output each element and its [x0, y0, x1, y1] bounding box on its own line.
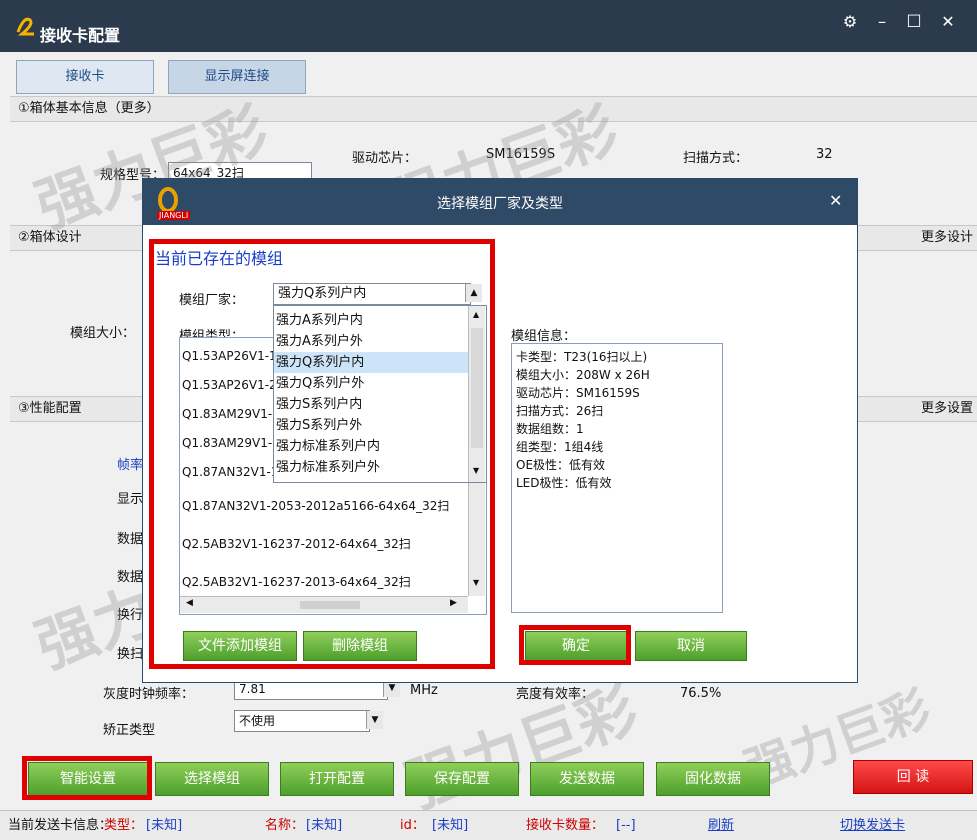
gear-icon[interactable]: ⚙: [838, 12, 862, 31]
send-data-button[interactable]: 发送数据: [530, 762, 644, 796]
refresh-link[interactable]: 刷新: [708, 811, 734, 840]
display-label: 显示: [117, 492, 144, 507]
select-module-button[interactable]: 选择模组: [155, 762, 269, 796]
solidify-data-button[interactable]: 固化数据: [656, 762, 770, 796]
id-value: [未知]: [432, 818, 469, 833]
chevron-down-icon[interactable]: ▼: [366, 711, 383, 729]
info-line: 扫描方式：26扫: [516, 404, 604, 418]
switch-sender-link[interactable]: 切换发送卡: [840, 811, 905, 840]
data-label-1: 数据: [117, 532, 144, 547]
module-info-label: 模组信息：: [511, 329, 577, 344]
cancel-button[interactable]: 取消: [635, 631, 747, 661]
module-size-label: 模组大小：: [70, 326, 136, 341]
dialog-close-icon[interactable]: ✕: [829, 191, 842, 210]
gray-clock-label: 灰度时钟频率：: [103, 687, 195, 702]
tab-strip: 接收卡 显示屏连接: [12, 60, 977, 94]
section-box-info-label[interactable]: ①箱体基本信息（更多）: [10, 101, 160, 116]
id-label: id：: [400, 818, 425, 833]
select-module-dialog: JIANGLI 选择模组厂家及类型 ✕ 当前已存在的模组 模组厂家： 强力Q系列…: [142, 178, 858, 683]
sender-info-label: 当前发送卡信息：: [8, 818, 113, 833]
scan-value: 32: [816, 147, 833, 162]
highlight-box: [149, 239, 495, 669]
type-value: [未知]: [146, 818, 183, 833]
info-line: 驱动芯片：SM16159S: [516, 386, 640, 400]
more-settings-link[interactable]: 更多设置: [921, 397, 973, 421]
info-line: 卡类型：T23(16扫以上): [516, 350, 648, 364]
readback-button[interactable]: 回 读: [853, 760, 973, 794]
minimize-icon[interactable]: –: [870, 12, 894, 31]
correction-select[interactable]: 不使用: [234, 710, 370, 732]
receiver-count-value: [--]: [616, 818, 636, 833]
highlight-box: [519, 625, 631, 665]
info-line: 组类型：1组4线: [516, 440, 604, 454]
tab-receiver-card[interactable]: 接收卡: [16, 60, 154, 94]
maximize-icon[interactable]: □: [902, 10, 926, 29]
name-value: [未知]: [306, 818, 343, 833]
dialog-title: 选择模组厂家及类型: [437, 196, 563, 212]
module-info-box: 卡类型：T23(16扫以上) 模组大小：208W x 26H 驱动芯片：SM16…: [511, 343, 723, 613]
dialog-title-bar: JIANGLI 选择模组厂家及类型 ✕: [143, 179, 857, 225]
scan-label: 扫描方式：: [683, 151, 749, 166]
open-config-button[interactable]: 打开配置: [280, 762, 394, 796]
info-line: 模组大小：208W x 26H: [516, 368, 650, 382]
window-title: 接收卡配置: [40, 26, 121, 45]
save-config-button[interactable]: 保存配置: [405, 762, 519, 796]
name-label: 名称：: [265, 818, 305, 833]
title-bar: 接收卡配置 ⚙ – □ ✕: [0, 0, 977, 52]
brightness-value: 76.5%: [680, 686, 722, 701]
close-icon[interactable]: ✕: [936, 12, 960, 31]
status-bar: 当前发送卡信息： 类型： [未知] 名称： [未知] id： [未知] 接收卡数…: [0, 810, 977, 840]
section-performance-label: ③性能配置: [18, 401, 82, 416]
highlight-box: [22, 756, 152, 800]
gray-clock-unit: MHz: [410, 683, 438, 698]
more-design-link[interactable]: 更多设计: [921, 226, 973, 250]
app-logo-icon: [16, 17, 34, 36]
frame-rate-label: 帧率: [117, 458, 144, 473]
receiver-count-label: 接收卡数量：: [526, 818, 605, 833]
info-line: 数据组数：1: [516, 422, 584, 436]
info-line: LED极性：低有效: [516, 476, 612, 490]
info-line: OE极性：低有效: [516, 458, 606, 472]
type-label: 类型：: [104, 818, 144, 833]
correction-label: 矫正类型: [103, 723, 156, 738]
